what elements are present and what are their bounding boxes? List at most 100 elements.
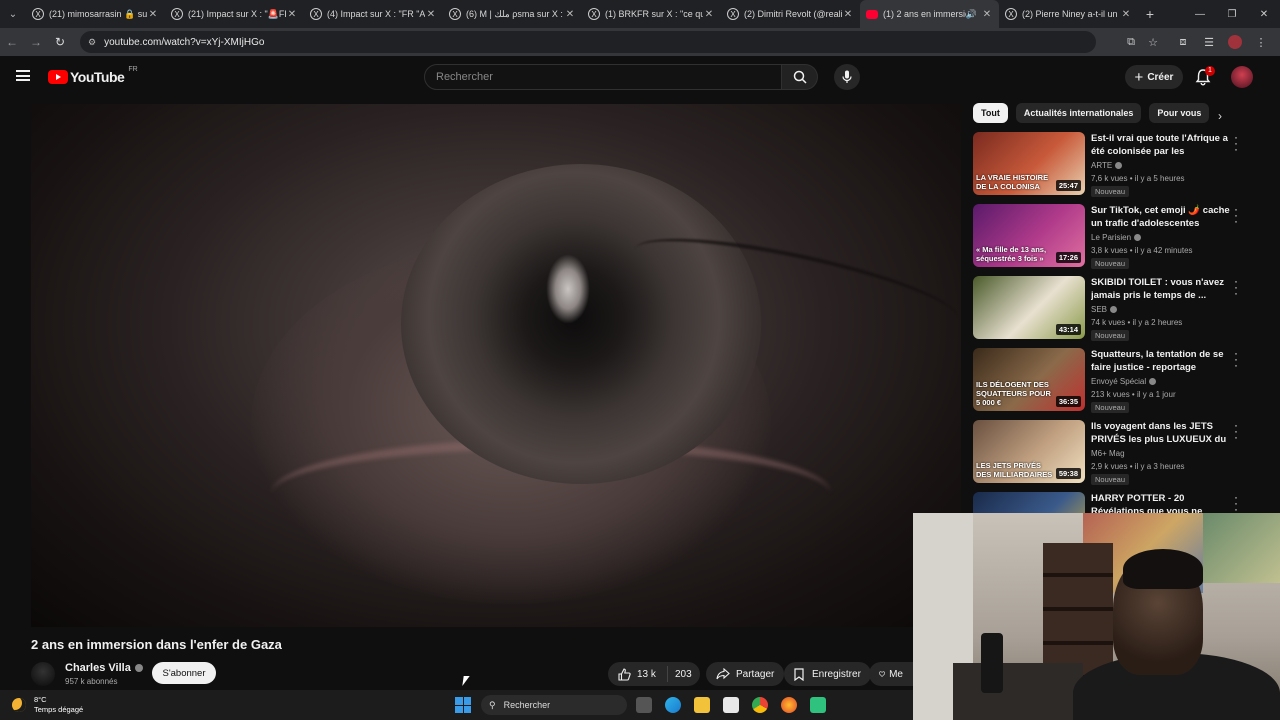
close-window-icon[interactable]: ✕ bbox=[1248, 9, 1280, 20]
browser-tab[interactable]: X (2) Dimitri Revolt (@realit ✕ bbox=[721, 0, 860, 28]
tab-audio-icon[interactable]: 🔊 bbox=[966, 9, 977, 20]
search-box: Rechercher bbox=[424, 64, 818, 90]
voice-search-button[interactable] bbox=[834, 64, 860, 90]
youtube-logo[interactable]: YouTube FR bbox=[48, 66, 138, 85]
more-options-icon[interactable]: · · · bbox=[1232, 131, 1240, 155]
video-thumbnail[interactable]: 43:14 bbox=[973, 276, 1085, 339]
microsoft-store-icon[interactable] bbox=[723, 697, 739, 713]
recommended-video[interactable]: « Ma fille de 13 ans, séquestrée 3 fois … bbox=[973, 203, 1253, 269]
verified-icon bbox=[1115, 162, 1123, 169]
video-thumbnail[interactable]: LES JETS PRIVÉS DES MILLIARDAIRES 59:38 bbox=[973, 420, 1085, 483]
heart-dollar-icon bbox=[879, 671, 886, 677]
search-input[interactable]: Rechercher bbox=[424, 64, 783, 90]
taskbar-search[interactable]: ⚲ Rechercher bbox=[481, 695, 627, 715]
recommended-video[interactable]: 43:14 SKIBIDI TOILET : vous n'avez jamais… bbox=[973, 275, 1253, 341]
tab-close-icon[interactable]: ✕ bbox=[147, 9, 159, 20]
video-thumbnail[interactable]: LA VRAIE HISTOIRE DE LA COLONISA 25:47 bbox=[973, 132, 1085, 195]
create-button[interactable]: + Créer bbox=[1125, 65, 1183, 89]
chip-all[interactable]: Tout bbox=[973, 103, 1008, 123]
share-button[interactable]: Partager bbox=[706, 662, 785, 686]
chrome-icon[interactable] bbox=[752, 697, 768, 713]
browser-tab[interactable]: X (21) mimosarrasin 🔒 sur ✕ bbox=[26, 0, 165, 28]
recommended-channel[interactable]: SEB bbox=[1091, 305, 1118, 314]
tab-close-icon[interactable]: ✕ bbox=[981, 9, 993, 20]
menu-icon[interactable] bbox=[16, 70, 30, 81]
browser-tab[interactable]: X (2) Pierre Niney a-t-il un ✕ bbox=[999, 0, 1138, 28]
thanks-button[interactable]: Me bbox=[869, 662, 913, 686]
save-button[interactable]: Enregistrer bbox=[784, 662, 871, 686]
moon-icon bbox=[12, 698, 26, 712]
tab-close-icon[interactable]: ✕ bbox=[1120, 9, 1132, 20]
media-controls-icon[interactable]: ☰ bbox=[1196, 36, 1222, 49]
video-thumbnail[interactable]: ILS DÉLOGENT DES SQUATTEURS POUR 5 000 €… bbox=[973, 348, 1085, 411]
channel-name-link[interactable]: Charles Villa bbox=[65, 662, 143, 674]
recommended-channel[interactable]: M6+ Mag bbox=[1091, 449, 1125, 458]
chip-international-news[interactable]: Actualités internationales bbox=[1015, 103, 1142, 123]
chevron-right-icon[interactable]: › bbox=[1218, 109, 1222, 123]
video-player[interactable] bbox=[31, 104, 961, 627]
edge-browser-icon[interactable] bbox=[665, 697, 681, 713]
more-options-icon[interactable]: · · · bbox=[1232, 203, 1240, 227]
tab-search-icon[interactable]: ⌄ bbox=[0, 0, 26, 28]
youtube-play-icon bbox=[48, 70, 68, 84]
more-options-icon[interactable]: · · · bbox=[1232, 275, 1240, 299]
tab-title: (6) M | ملك ρsma sur X : " bbox=[466, 8, 564, 19]
more-options-icon[interactable]: · · · bbox=[1232, 419, 1240, 443]
recommended-video[interactable]: LES JETS PRIVÉS DES MILLIARDAIRES 59:38 Il… bbox=[973, 419, 1253, 485]
reload-icon[interactable]: ↻ bbox=[48, 35, 72, 49]
share-label: Partager bbox=[736, 668, 775, 680]
channel-avatar[interactable] bbox=[31, 662, 55, 686]
task-view-icon[interactable] bbox=[636, 697, 652, 713]
profile-avatar[interactable] bbox=[1228, 35, 1242, 49]
recommended-video[interactable]: 20 Révélations Que vous n'avez HARRY POTT… bbox=[973, 492, 1253, 513]
recommended-channel[interactable]: Envoyé Spécial bbox=[1091, 377, 1157, 386]
recommended-video[interactable]: LA VRAIE HISTOIRE DE LA COLONISA 25:47 Est… bbox=[973, 131, 1253, 197]
recommended-channel[interactable]: Le Parisien bbox=[1091, 233, 1142, 242]
minimize-icon[interactable]: — bbox=[1184, 9, 1216, 20]
browser-tab[interactable]: X (6) M | ملك ρsma sur X : " ✕ bbox=[443, 0, 582, 28]
browser-tab[interactable]: X (21) Impact sur X : "🚨FR ✕ bbox=[165, 0, 304, 28]
tab-close-icon[interactable]: ✕ bbox=[842, 9, 854, 20]
dislike-button[interactable]: 203 bbox=[668, 669, 692, 680]
recommended-channel[interactable]: ARTE bbox=[1091, 161, 1123, 170]
site-info-icon[interactable]: ⚙ bbox=[88, 37, 96, 48]
forward-icon[interactable]: → bbox=[24, 35, 48, 49]
recommended-video-title[interactable]: Ils voyagent dans les JETS PRIVÉS les pl… bbox=[1091, 420, 1231, 446]
back-icon[interactable]: ← bbox=[0, 35, 24, 49]
browser-menu-icon[interactable]: ⋮ bbox=[1248, 36, 1274, 49]
video-thumbnail[interactable]: 20 Révélations Que vous n'avez bbox=[973, 492, 1085, 513]
bookmark-star-icon[interactable]: ☆ bbox=[1142, 36, 1164, 49]
recommended-video-title[interactable]: Squatteurs, la tentation de se faire jus… bbox=[1091, 348, 1231, 374]
windows-start-icon[interactable] bbox=[455, 697, 471, 713]
tab-close-icon[interactable]: ✕ bbox=[564, 9, 576, 20]
account-avatar[interactable] bbox=[1231, 66, 1253, 88]
tab-close-icon[interactable]: ✕ bbox=[425, 9, 437, 20]
recommended-video-title[interactable]: SKIBIDI TOILET : vous n'avez jamais pris… bbox=[1091, 276, 1231, 302]
video-thumbnail[interactable]: « Ma fille de 13 ans, séquestrée 3 fois … bbox=[973, 204, 1085, 267]
subscribe-button[interactable]: S'abonner bbox=[152, 662, 216, 684]
weather-widget[interactable]: 8°C Temps dégagé bbox=[12, 695, 83, 715]
address-bar[interactable]: ⚙ youtube.com/watch?v=xYj-XMIjHGo bbox=[80, 31, 1096, 53]
like-button[interactable]: 13 k bbox=[608, 666, 668, 682]
thumbs-up-icon bbox=[618, 667, 631, 681]
browser-tab[interactable]: X (4) Impact sur X : "FR "Au ✕ bbox=[304, 0, 443, 28]
chip-for-you[interactable]: Pour vous bbox=[1149, 103, 1210, 123]
recommended-video-title[interactable]: Est-il vrai que toute l'Afrique a été co… bbox=[1091, 132, 1231, 158]
app-icon[interactable] bbox=[810, 697, 826, 713]
tab-close-icon[interactable]: ✕ bbox=[286, 9, 298, 20]
more-options-icon[interactable]: · · · bbox=[1232, 347, 1240, 371]
browser-tab[interactable]: X (1) BRKFR sur X : "ce que ✕ bbox=[582, 0, 721, 28]
file-explorer-icon[interactable] bbox=[694, 697, 710, 713]
install-app-icon[interactable]: ⧉ bbox=[1120, 36, 1142, 49]
restore-icon[interactable]: ❐ bbox=[1216, 9, 1248, 20]
recommended-video-title[interactable]: Sur TikTok, cet emoji 🌶️ cache un trafic… bbox=[1091, 204, 1231, 230]
extensions-icon[interactable]: ⧈ bbox=[1170, 36, 1196, 49]
more-options-icon[interactable]: · · · bbox=[1232, 492, 1240, 513]
new-tab-button[interactable]: + bbox=[1138, 6, 1162, 22]
browser-tab[interactable]: (1) 2 ans en immersio 🔊 ✕ bbox=[860, 0, 999, 28]
tab-close-icon[interactable]: ✕ bbox=[703, 9, 715, 20]
recommended-video[interactable]: ILS DÉLOGENT DES SQUATTEURS POUR 5 000 €… bbox=[973, 347, 1253, 413]
recommended-video-title[interactable]: HARRY POTTER - 20 Révélations que vous n… bbox=[1091, 492, 1231, 513]
firefox-icon[interactable] bbox=[781, 697, 797, 713]
search-button[interactable] bbox=[782, 64, 818, 90]
